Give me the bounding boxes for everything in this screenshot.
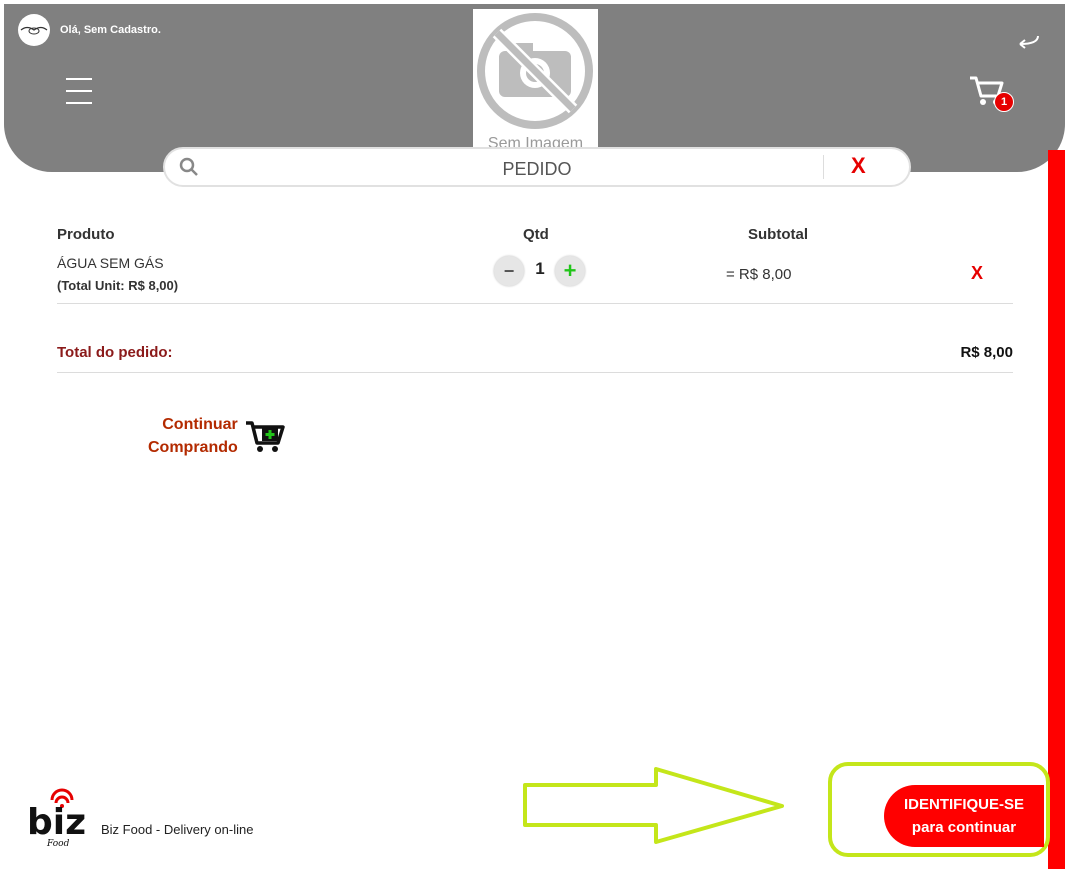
continue-line-2: Comprando [148,439,238,456]
identify-button-line-1: IDENTIFIQUE-SE [903,796,1024,813]
order-total-label: Total do pedido: [57,344,173,361]
quantity-increase-button[interactable]: + [555,256,585,286]
store-logo-icon [18,14,50,46]
product-name: ÁGUA SEM GÁS [57,255,164,271]
search-divider [823,155,824,179]
cart-count-badge: 1 [994,92,1014,112]
side-accent-strip [1048,150,1065,869]
column-header-product: Produto [57,226,115,243]
product-image-placeholder: Sem Imagem [473,9,598,150]
identify-button[interactable]: IDENTIFIQUE-SE para continuar [884,785,1044,847]
order-total-value: R$ 8,00 [960,344,1013,361]
arrow-right-icon [523,767,784,844]
total-divider [57,372,1013,373]
continue-line-1: Continuar [162,416,238,433]
row-divider [57,303,1013,304]
close-button[interactable]: X [851,153,866,179]
column-header-qty: Qtd [523,226,549,243]
column-header-subtotal: Subtotal [748,226,808,243]
brand-name: biz [27,802,86,843]
no-camera-icon [477,13,593,129]
page-title: PEDIDO [502,159,572,179]
continue-shopping-button[interactable]: Continuar Comprando [148,413,286,459]
footer-tagline: Biz Food - Delivery on-line [101,822,254,837]
brand-sub: Food [46,839,70,848]
user-greeting: Olá, Sem Cadastro. [18,14,161,46]
cart-button[interactable]: 1 [968,74,1016,114]
remove-item-button[interactable]: X [971,263,983,284]
order-search-bar: PEDIDO X [163,147,911,187]
menu-icon[interactable] [66,78,92,104]
continue-shopping-label: Continuar Comprando [148,413,238,459]
greeting-text: Olá, Sem Cadastro. [60,24,161,36]
identify-button-line-2: para continuar [911,819,1017,836]
quantity-value: 1 [535,259,545,278]
product-unit-total: (Total Unit: R$ 8,00) [57,278,179,293]
quantity-decrease-button[interactable]: − [494,256,524,286]
back-arrow-icon[interactable] [1016,30,1042,50]
biz-logo-icon: biz Food [27,788,86,848]
item-subtotal: = R$ 8,00 [726,266,792,283]
cart-add-icon [245,421,285,452]
